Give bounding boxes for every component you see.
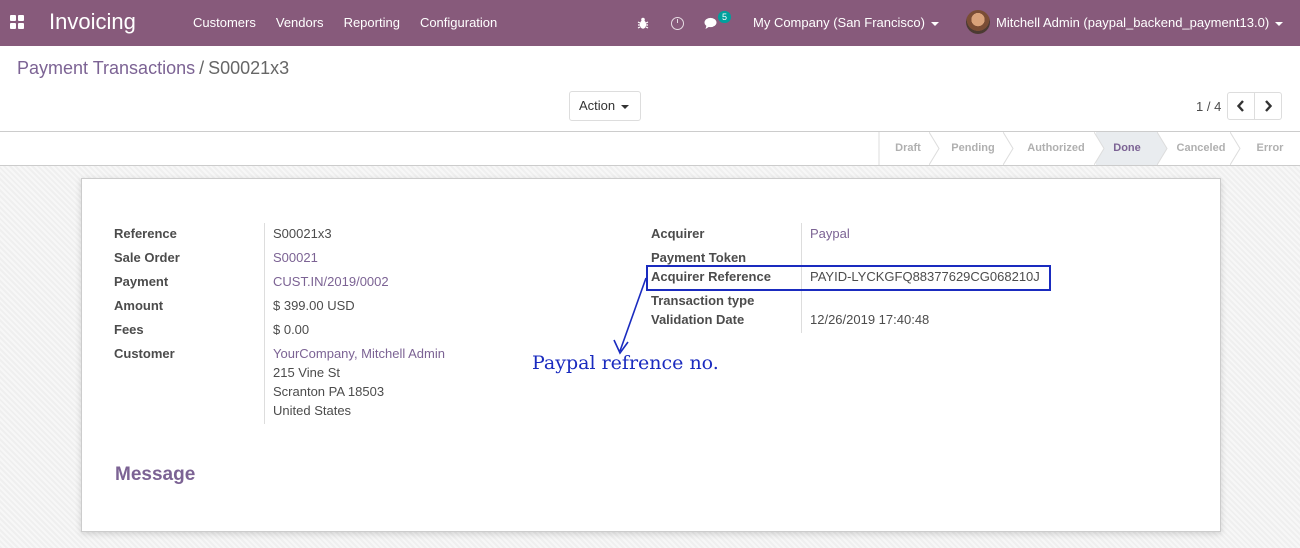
amount-currency: USD bbox=[327, 298, 355, 313]
debug-bug-icon[interactable] bbox=[637, 0, 649, 46]
transaction-type-label: Transaction type bbox=[651, 293, 755, 308]
stage-divider bbox=[1230, 132, 1241, 165]
validation-date-value: 12/26/2019 17:40:48 bbox=[810, 312, 930, 327]
menu-customers[interactable]: Customers bbox=[183, 0, 266, 46]
fees-value: $ 0.00 bbox=[273, 322, 310, 337]
messaging-chat-icon[interactable]: 5 bbox=[704, 0, 732, 46]
amount-label: Amount bbox=[114, 298, 164, 313]
annotation-highlight-box bbox=[646, 265, 1051, 291]
top-navbar: Invoicing Customers Vendors Reporting Co… bbox=[0, 0, 1300, 46]
sale-order-label: Sale Order bbox=[114, 250, 180, 265]
annotation-arrow-icon bbox=[613, 277, 647, 355]
stage-draft[interactable]: Draft bbox=[880, 132, 936, 165]
company-switcher[interactable]: My Company (San Francisco) bbox=[753, 0, 939, 46]
status-bar: Draft Pending Authorized Done Canceled E… bbox=[0, 131, 1300, 166]
user-name: Mitchell Admin (paypal_backend_payment13… bbox=[996, 15, 1270, 30]
chevron-down-icon bbox=[1275, 21, 1284, 26]
stage-divider bbox=[929, 132, 940, 165]
stage-divider bbox=[1157, 132, 1168, 165]
reference-value: S00021x3 bbox=[273, 226, 332, 241]
main-menu: Customers Vendors Reporting Configuratio… bbox=[183, 0, 507, 46]
stage-error[interactable]: Error bbox=[1240, 132, 1300, 165]
annotation-text: Paypal refrence no. bbox=[532, 352, 719, 374]
company-name: My Company (San Francisco) bbox=[753, 15, 925, 30]
field-divider bbox=[264, 223, 265, 424]
breadcrumb-separator: / bbox=[199, 58, 205, 78]
acquirer-label: Acquirer bbox=[651, 226, 705, 241]
chevron-right-icon bbox=[1265, 100, 1273, 112]
action-dropdown-button[interactable]: Action bbox=[569, 91, 641, 121]
user-avatar[interactable] bbox=[966, 10, 990, 34]
message-section-title: Message bbox=[115, 464, 196, 485]
sale-order-link[interactable]: S00021 bbox=[273, 250, 318, 265]
menu-configuration[interactable]: Configuration bbox=[410, 0, 507, 46]
chevron-down-icon bbox=[621, 104, 630, 109]
payment-label: Payment bbox=[114, 274, 169, 289]
chevron-left-icon bbox=[1236, 100, 1244, 112]
reference-label: Reference bbox=[114, 226, 177, 241]
pager-previous-button[interactable] bbox=[1227, 92, 1255, 120]
validation-date-label: Validation Date bbox=[651, 312, 745, 327]
acquirer-link[interactable]: Paypal bbox=[810, 226, 850, 241]
user-menu[interactable]: Mitchell Admin (paypal_backend_payment13… bbox=[996, 0, 1284, 46]
stage-pending[interactable]: Pending bbox=[936, 132, 1010, 165]
payment-link[interactable]: CUST.IN/2019/0002 bbox=[273, 274, 389, 289]
payment-token-label: Payment Token bbox=[651, 250, 747, 265]
amount-value: $ 399.00 USD bbox=[273, 298, 355, 313]
stage-divider bbox=[1003, 132, 1014, 165]
breadcrumb-parent[interactable]: Payment Transactions bbox=[17, 58, 195, 78]
fees-label: Fees bbox=[114, 322, 144, 337]
amount-number: $ 399.00 bbox=[273, 298, 324, 313]
customer-city: Scranton PA 18503 bbox=[273, 384, 385, 399]
activity-clock-icon[interactable] bbox=[671, 0, 684, 46]
customer-country: United States bbox=[273, 403, 352, 418]
customer-street: 215 Vine St bbox=[273, 365, 340, 380]
menu-vendors[interactable]: Vendors bbox=[266, 0, 334, 46]
apps-menu-icon[interactable] bbox=[10, 15, 24, 29]
customer-link[interactable]: YourCompany, Mitchell Admin bbox=[273, 346, 445, 361]
pager-next-button[interactable] bbox=[1254, 92, 1282, 120]
chat-count-badge: 5 bbox=[718, 11, 732, 23]
chevron-down-icon bbox=[930, 21, 939, 26]
app-name[interactable]: Invoicing bbox=[49, 9, 136, 35]
stage-canceled[interactable]: Canceled bbox=[1164, 132, 1238, 165]
action-label: Action bbox=[579, 98, 616, 113]
breadcrumb: Payment Transactions / S00021x3 bbox=[17, 58, 289, 79]
stage-divider bbox=[1094, 132, 1105, 165]
stage-authorized[interactable]: Authorized bbox=[1010, 132, 1102, 165]
breadcrumb-current: S00021x3 bbox=[208, 58, 290, 78]
pager-value[interactable]: 1 / 4 bbox=[1196, 99, 1221, 114]
menu-reporting[interactable]: Reporting bbox=[334, 0, 410, 46]
stage-divider bbox=[878, 132, 880, 165]
customer-label: Customer bbox=[114, 346, 175, 361]
